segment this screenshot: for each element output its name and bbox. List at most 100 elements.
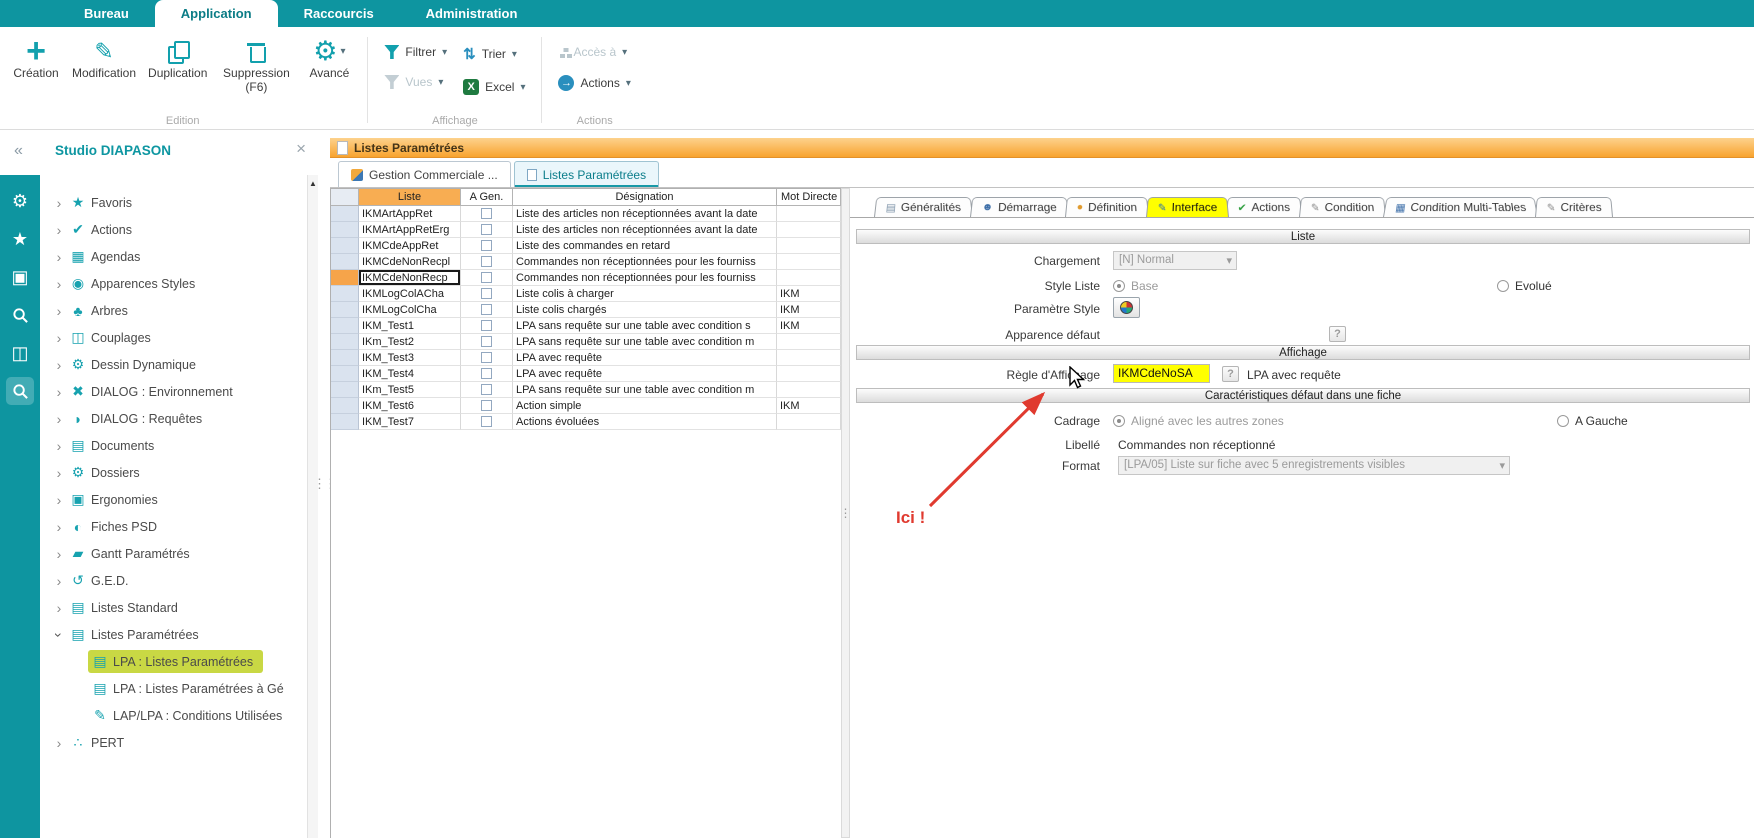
trier-button[interactable]: ⇅ Trier ▾: [463, 45, 525, 63]
chevron-right-icon[interactable]: ›: [52, 330, 66, 346]
table-row[interactable]: IKM_Test7Actions évoluées: [331, 414, 841, 430]
chevron-right-icon[interactable]: ›: [52, 438, 66, 454]
cell-liste[interactable]: IKMLogColCha: [359, 302, 461, 318]
table-row[interactable]: IKM_Test4LPA avec requête: [331, 366, 841, 382]
a-gen-checkbox[interactable]: [481, 384, 492, 395]
row-selector-cell[interactable]: [331, 350, 359, 366]
cell-designation[interactable]: Liste des articles non réceptionnées ava…: [513, 222, 777, 238]
cell-a-gen[interactable]: [461, 334, 513, 350]
format-select[interactable]: [LPA/05] Liste sur fiche avec 5 enregist…: [1118, 456, 1510, 475]
cell-designation[interactable]: Action simple: [513, 398, 777, 414]
apparence-help-button[interactable]: ?: [1329, 326, 1346, 342]
duplication-button[interactable]: Duplication: [142, 31, 213, 113]
cell-liste[interactable]: IKMCdeAppRet: [359, 238, 461, 254]
cell-a-gen[interactable]: [461, 318, 513, 334]
table-row[interactable]: IKMArtAppRetListe des articles non récep…: [331, 206, 841, 222]
cell-liste[interactable]: IKMCdeNonRecp: [359, 270, 461, 286]
a-gen-checkbox[interactable]: [481, 224, 492, 235]
row-selector-cell[interactable]: [331, 382, 359, 398]
style-base-radio[interactable]: Base: [1113, 279, 1158, 293]
close-sidebar-button[interactable]: ×: [296, 139, 306, 159]
a-gen-checkbox[interactable]: [481, 208, 492, 219]
cell-designation[interactable]: Liste colis à charger: [513, 286, 777, 302]
cell-mot-directeur[interactable]: [777, 414, 841, 430]
a-gen-checkbox[interactable]: [481, 256, 492, 267]
a-gen-checkbox[interactable]: [481, 272, 492, 283]
tree-item[interactable]: ›▰Gantt Paramétrés: [40, 540, 307, 567]
table-row[interactable]: IKMArtAppRetErg Liste des articles non ré…: [331, 222, 841, 238]
row-selector-cell[interactable]: [331, 270, 359, 286]
table-row[interactable]: IKMCdeNonRecpCommandes non réceptionnées…: [331, 270, 841, 286]
row-selector-cell[interactable]: [331, 398, 359, 414]
cell-designation[interactable]: Actions évoluées: [513, 414, 777, 430]
row-selector-cell[interactable]: [331, 206, 359, 222]
cell-mot-directeur[interactable]: IKM: [777, 302, 841, 318]
cell-designation[interactable]: Liste colis chargés: [513, 302, 777, 318]
cell-liste[interactable]: IKMArtAppRetErg: [359, 222, 461, 238]
suppression-button[interactable]: Suppression (F6): [213, 31, 299, 113]
tree-item[interactable]: ▤LPA : Listes Paramétrées: [40, 648, 307, 675]
style-evolue-radio[interactable]: Evolué: [1497, 279, 1552, 293]
tree-item[interactable]: ›◐Fiches PSD: [40, 513, 307, 540]
chevron-right-icon[interactable]: ›: [52, 195, 66, 211]
a-gen-checkbox[interactable]: [481, 352, 492, 363]
splitter[interactable]: ⋮⋮: [318, 130, 330, 838]
row-selector-cell[interactable]: [331, 334, 359, 350]
cell-mot-directeur[interactable]: [777, 366, 841, 382]
a-gen-checkbox[interactable]: [481, 320, 492, 331]
menu-item-application[interactable]: Application: [155, 0, 278, 27]
table-row[interactable]: IKMLogColCha Liste colis chargésIKM: [331, 302, 841, 318]
tree-item[interactable]: ›◫Couplages: [40, 324, 307, 351]
chevron-right-icon[interactable]: ›: [52, 519, 66, 535]
panel-tab-d-marrage[interactable]: ☻Démarrage: [970, 197, 1069, 217]
cell-a-gen[interactable]: [461, 206, 513, 222]
cell-mot-directeur[interactable]: [777, 238, 841, 254]
a-gen-checkbox[interactable]: [481, 400, 492, 411]
cell-liste[interactable]: IKm_Test2: [359, 334, 461, 350]
cell-liste[interactable]: IKMLogColACha: [359, 286, 461, 302]
panel-tab-crit-res[interactable]: ✎Critères: [1535, 197, 1613, 217]
cell-liste[interactable]: IKM_Test6: [359, 398, 461, 414]
excel-button[interactable]: X Excel ▾: [463, 79, 525, 95]
tree-item[interactable]: ›◗DIALOG : Requêtes: [40, 405, 307, 432]
column-header-designation[interactable]: Désignation: [513, 189, 777, 206]
a-gen-checkbox[interactable]: [481, 336, 492, 347]
column-header-mot-directeur[interactable]: Mot Directe: [777, 189, 841, 206]
creation-button[interactable]: + Création: [6, 31, 66, 113]
actions-button[interactable]: → Actions ▾: [558, 75, 630, 91]
cell-mot-directeur[interactable]: [777, 222, 841, 238]
chevron-right-icon[interactable]: ›: [52, 276, 66, 292]
tree-item[interactable]: ›▣Ergonomies: [40, 486, 307, 513]
cell-a-gen[interactable]: [461, 222, 513, 238]
cell-a-gen[interactable]: [461, 350, 513, 366]
tree-item[interactable]: ›▤Documents: [40, 432, 307, 459]
cell-a-gen[interactable]: [461, 302, 513, 318]
cell-a-gen[interactable]: [461, 382, 513, 398]
tree-item[interactable]: ›★Favoris: [40, 189, 307, 216]
chevron-right-icon[interactable]: ›: [52, 546, 66, 562]
table-row[interactable]: IKm_Test2 LPA sans requête sur une table …: [331, 334, 841, 350]
cell-mot-directeur[interactable]: [777, 206, 841, 222]
table-row[interactable]: IKMCdeNonRecplCommandes non réceptionnée…: [331, 254, 841, 270]
tree-item[interactable]: ›♣Arbres: [40, 297, 307, 324]
cell-a-gen[interactable]: [461, 286, 513, 302]
cell-designation[interactable]: Liste des commandes en retard: [513, 238, 777, 254]
menu-item-bureau[interactable]: Bureau: [58, 0, 155, 27]
panel-tab-d-finition[interactable]: ●Définition: [1065, 197, 1149, 217]
tree-item[interactable]: ▤LPA : Listes Paramétrées à Gé: [40, 675, 307, 702]
chevron-right-icon[interactable]: ›: [52, 357, 66, 373]
tree-item[interactable]: ›✖DIALOG : Environnement: [40, 378, 307, 405]
panel-tab-interface[interactable]: ✎Interface: [1146, 197, 1229, 217]
chevron-right-icon[interactable]: ›: [52, 600, 66, 616]
cell-mot-directeur[interactable]: [777, 270, 841, 286]
cell-designation[interactable]: LPA sans requête sur une table avec cond…: [513, 334, 777, 350]
cell-mot-directeur[interactable]: [777, 334, 841, 350]
filtrer-button[interactable]: Filtrer ▾: [384, 45, 447, 59]
row-selector-cell[interactable]: [331, 286, 359, 302]
tree-item[interactable]: ›◉Apparences Styles: [40, 270, 307, 297]
tree-item[interactable]: ›▤Listes Standard: [40, 594, 307, 621]
a-gen-checkbox[interactable]: [481, 304, 492, 315]
cell-liste[interactable]: IKMCdeNonRecpl: [359, 254, 461, 270]
a-gen-checkbox[interactable]: [481, 240, 492, 251]
chargement-select[interactable]: [N] Normal: [1113, 251, 1237, 270]
